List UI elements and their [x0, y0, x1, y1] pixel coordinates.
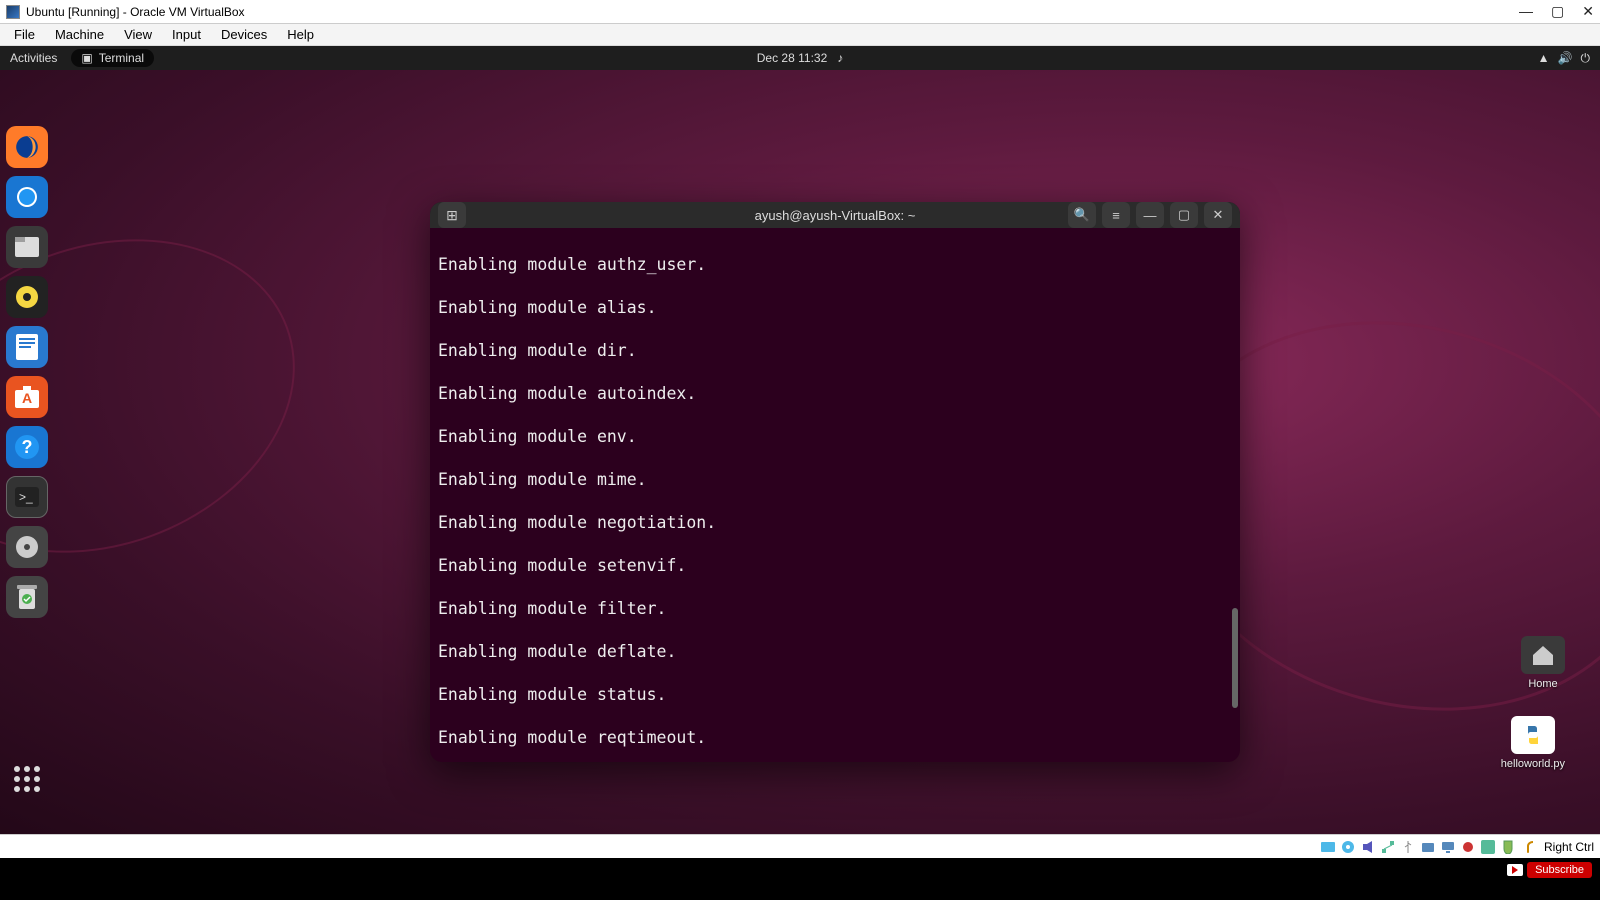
terminal-line: Enabling module reqtimeout. [438, 727, 1232, 749]
menu-input[interactable]: Input [164, 25, 209, 44]
status-keyboard-icon[interactable] [1520, 839, 1536, 855]
terminal-line: Enabling module status. [438, 684, 1232, 706]
terminal-line: Enabling module negotiation. [438, 512, 1232, 534]
menu-file[interactable]: File [6, 25, 43, 44]
menu-machine[interactable]: Machine [47, 25, 112, 44]
terminal-line: Enabling module autoindex. [438, 383, 1232, 405]
vm-screen: Activities ▣ Terminal Dec 28 11:32 ♪ ▲ 🔊… [0, 46, 1600, 836]
status-display-icon[interactable] [1440, 839, 1456, 855]
terminal-line: Enabling module alias. [438, 297, 1232, 319]
dock-rhythmbox[interactable] [6, 276, 48, 318]
svg-text:A: A [22, 390, 32, 406]
status-network-icon[interactable] [1380, 839, 1396, 855]
terminal-line: Enabling module setenvif. [438, 555, 1232, 577]
clock[interactable]: Dec 28 11:32 [757, 51, 828, 65]
status-mouse-icon[interactable] [1500, 839, 1516, 855]
terminal-line: Enabling module authz_user. [438, 254, 1232, 276]
gnome-topbar: Activities ▣ Terminal Dec 28 11:32 ♪ ▲ 🔊… [0, 46, 1600, 70]
menu-view[interactable]: View [116, 25, 160, 44]
terminal-line: Enabling module env. [438, 426, 1232, 448]
power-icon[interactable]: ⏻ [1581, 51, 1591, 66]
dock-ubuntu-software[interactable]: A [6, 376, 48, 418]
dock-disk[interactable] [6, 526, 48, 568]
terminal-menu-button[interactable]: ≡ [1102, 202, 1130, 228]
terminal-search-button[interactable]: 🔍 [1068, 202, 1096, 228]
close-button[interactable]: ✕ [1582, 3, 1594, 20]
dock-thunderbird[interactable] [6, 176, 48, 218]
terminal-body[interactable]: Enabling module authz_user. Enabling mod… [430, 228, 1240, 762]
host-statusbar: Right Ctrl [0, 834, 1600, 858]
terminal-close-button[interactable]: ✕ [1204, 202, 1232, 228]
active-app-indicator[interactable]: ▣ Terminal [71, 49, 154, 67]
host-menubar: File Machine View Input Devices Help [0, 24, 1600, 46]
terminal-window: ⊞ ayush@ayush-VirtualBox: ~ 🔍 ≡ — ▢ ✕ En… [430, 202, 1240, 762]
dock: A ? >_ [6, 126, 48, 618]
status-recording-icon[interactable] [1460, 839, 1476, 855]
host-titlebar: Ubuntu [Running] - Oracle VM VirtualBox … [0, 0, 1600, 24]
status-hd-icon[interactable] [1320, 839, 1336, 855]
desktop-home-icon[interactable]: Home [1521, 636, 1565, 690]
menu-devices[interactable]: Devices [213, 25, 275, 44]
svg-text:>_: >_ [19, 490, 33, 504]
dock-trash[interactable] [6, 576, 48, 618]
virtualbox-icon [6, 5, 20, 19]
desktop-python-file-icon[interactable]: helloworld.py [1501, 716, 1565, 770]
dock-help[interactable]: ? [6, 426, 48, 468]
terminal-new-tab-button[interactable]: ⊞ [438, 202, 466, 228]
terminal-header[interactable]: ⊞ ayush@ayush-VirtualBox: ~ 🔍 ≡ — ▢ ✕ [430, 202, 1240, 228]
terminal-line: Enabling module deflate. [438, 641, 1232, 663]
terminal-line: Enabling module filter. [438, 598, 1232, 620]
terminal-line: Enabling module mime. [438, 469, 1232, 491]
terminal-scrollbar[interactable] [1232, 608, 1238, 708]
desktop-python-file-label: helloworld.py [1501, 758, 1565, 770]
host-key-label: Right Ctrl [1544, 840, 1594, 854]
dock-libreoffice-writer[interactable] [6, 326, 48, 368]
dock-terminal[interactable]: >_ [6, 476, 48, 518]
active-app-label: Terminal [99, 51, 144, 65]
status-usb-icon[interactable] [1400, 839, 1416, 855]
menu-help[interactable]: Help [279, 25, 322, 44]
terminal-title: ayush@ayush-VirtualBox: ~ [755, 208, 916, 223]
video-overlay-bar: Subscribe [0, 858, 1600, 900]
svg-text:?: ? [22, 437, 33, 457]
youtube-icon [1507, 864, 1523, 876]
subscribe-button[interactable]: Subscribe [1527, 862, 1592, 878]
status-optical-icon[interactable] [1340, 839, 1356, 855]
show-applications-button[interactable] [14, 766, 44, 796]
terminal-maximize-button[interactable]: ▢ [1170, 202, 1198, 228]
terminal-icon: ▣ [81, 51, 92, 65]
dock-firefox[interactable] [6, 126, 48, 168]
maximize-button[interactable]: ▢ [1551, 3, 1564, 20]
activities-button[interactable]: Activities [10, 51, 57, 65]
minimize-button[interactable]: — [1519, 3, 1533, 20]
network-icon[interactable]: ▲ [1538, 51, 1550, 66]
status-audio-icon[interactable] [1360, 839, 1376, 855]
status-shared-icon[interactable] [1420, 839, 1436, 855]
dock-files[interactable] [6, 226, 48, 268]
status-vrde-icon[interactable] [1480, 839, 1496, 855]
terminal-minimize-button[interactable]: — [1136, 202, 1164, 228]
terminal-line: Enabling module dir. [438, 340, 1232, 362]
notification-icon[interactable]: ♪ [837, 51, 843, 65]
host-window-title: Ubuntu [Running] - Oracle VM VirtualBox [26, 5, 1519, 19]
volume-icon[interactable]: 🔊 [1558, 51, 1573, 66]
desktop-home-label: Home [1528, 678, 1557, 690]
